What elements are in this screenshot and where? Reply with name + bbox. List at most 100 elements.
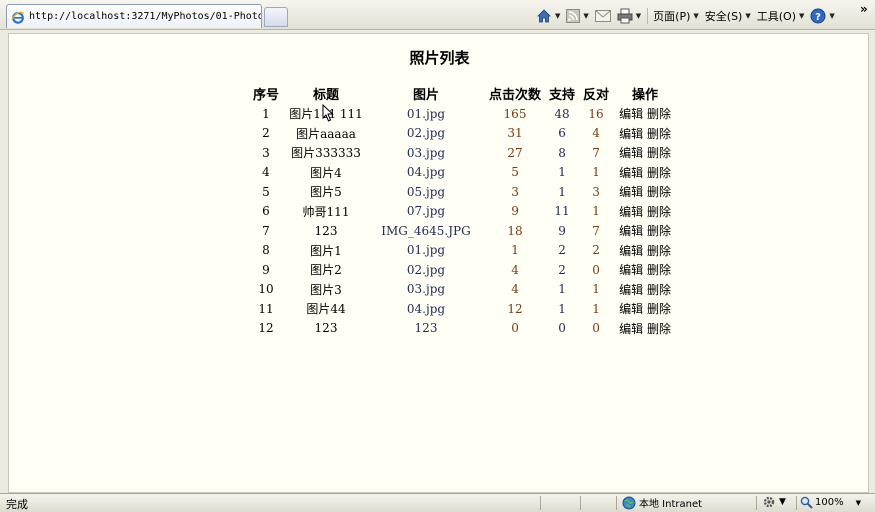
feeds-button[interactable]: ▼ — [566, 6, 589, 26]
delete-link[interactable]: 删除 — [647, 224, 671, 238]
edit-link[interactable]: 编辑 — [619, 205, 643, 219]
print-button[interactable]: ▼ — [617, 6, 641, 26]
help-menu[interactable]: ? ▼ — [810, 6, 835, 26]
protected-mode-button[interactable]: ▼ — [762, 495, 786, 509]
zoom-magnifier-icon — [800, 496, 813, 509]
table-row: 7 123 IMG_4645.JPG 18 9 7 编辑 删除 — [247, 221, 677, 241]
delete-link[interactable]: 删除 — [647, 185, 671, 199]
edit-link[interactable]: 编辑 — [619, 127, 643, 141]
cell-image: 04.jpg — [406, 165, 446, 180]
column-header-actions: 操作 — [632, 87, 659, 103]
security-zone-label: 本地 Intranet — [639, 499, 703, 510]
zoom-control[interactable]: 100% ▼ — [800, 496, 861, 509]
security-zone[interactable]: 本地 Intranet — [622, 495, 702, 510]
table-header-row: 序号 标题 图片 点击次数 支持 反对 操作 — [247, 82, 677, 104]
delete-link[interactable]: 删除 — [647, 322, 671, 336]
printer-icon — [617, 8, 633, 24]
column-header-id: 序号 — [252, 87, 279, 103]
edit-link[interactable]: 编辑 — [619, 146, 643, 160]
tab-title: http://localhost:3271/MyPhotos/01-PhotoL… — [29, 11, 261, 22]
cell-image: 05.jpg — [406, 184, 446, 199]
delete-link[interactable]: 删除 — [647, 302, 671, 316]
table-row: 1 图片111 111 01.jpg 165 48 16 编辑 删除 — [247, 104, 677, 124]
cell-title: 123 — [314, 223, 338, 238]
cell-actions: 编辑 删除 — [613, 260, 677, 280]
status-divider — [756, 496, 757, 510]
cell-clicks: 4 — [511, 262, 519, 277]
chevron-down-icon: ▼ — [799, 12, 805, 20]
cell-clicks: 1 — [511, 243, 519, 258]
edit-link[interactable]: 编辑 — [619, 107, 643, 121]
cell-id: 6 — [262, 204, 270, 219]
cell-clicks: 18 — [507, 223, 523, 238]
table-row: 11 图片44 04.jpg 12 1 1 编辑 删除 — [247, 299, 677, 319]
table-row: 6 帅哥111 07.jpg 9 11 1 编辑 删除 — [247, 202, 677, 222]
cell-support: 9 — [558, 223, 566, 238]
cell-image: 01.jpg — [406, 243, 446, 258]
page-menu-label: 页面(P) — [653, 10, 691, 23]
delete-link[interactable]: 删除 — [647, 244, 671, 258]
cell-image: 07.jpg — [406, 204, 446, 219]
delete-link[interactable]: 删除 — [647, 166, 671, 180]
edit-link[interactable]: 编辑 — [619, 263, 643, 277]
edit-link[interactable]: 编辑 — [619, 283, 643, 297]
cell-id: 8 — [262, 243, 270, 258]
chevron-down-icon: ▼ — [555, 12, 561, 20]
table-row: 10 图片3 03.jpg 4 1 1 编辑 删除 — [247, 280, 677, 300]
cell-clicks: 0 — [511, 321, 519, 336]
cell-actions: 编辑 删除 — [613, 124, 677, 144]
delete-link[interactable]: 删除 — [647, 127, 671, 141]
cell-oppose: 0 — [592, 321, 600, 336]
tools-menu[interactable]: 工具(O) ▼ — [757, 6, 805, 26]
toolbar-overflow-chevron[interactable]: » — [860, 2, 868, 16]
new-tab-button[interactable] — [264, 7, 288, 27]
edit-link[interactable]: 编辑 — [619, 244, 643, 258]
mail-button[interactable] — [594, 6, 611, 26]
cell-oppose: 4 — [592, 126, 600, 141]
chevron-down-icon: ▼ — [583, 12, 589, 20]
delete-link[interactable]: 删除 — [647, 205, 671, 219]
cell-actions: 编辑 删除 — [613, 104, 677, 124]
table-row: 8 图片1 01.jpg 1 2 2 编辑 删除 — [247, 241, 677, 261]
page-menu[interactable]: 页面(P) ▼ — [653, 6, 699, 26]
cell-clicks: 3 — [511, 184, 519, 199]
home-button[interactable]: ▼ — [536, 6, 560, 26]
edit-link[interactable]: 编辑 — [619, 166, 643, 180]
safety-menu-label: 安全(S) — [704, 10, 743, 23]
cell-image: 02.jpg — [406, 126, 446, 141]
cell-support: 1 — [558, 301, 566, 316]
cell-support: 6 — [558, 126, 566, 141]
edit-link[interactable]: 编辑 — [619, 302, 643, 316]
cell-actions: 编辑 删除 — [613, 299, 677, 319]
cell-actions: 编辑 删除 — [613, 221, 677, 241]
cell-title: 图片44 — [306, 302, 346, 317]
cell-support: 2 — [558, 243, 566, 258]
chevron-down-icon: ▼ — [635, 12, 642, 20]
cell-title: 123 — [314, 321, 338, 336]
safety-menu[interactable]: 安全(S) ▼ — [705, 6, 751, 26]
cell-id: 5 — [262, 184, 270, 199]
delete-link[interactable]: 删除 — [647, 283, 671, 297]
cell-oppose: 16 — [588, 106, 604, 121]
cell-oppose: 7 — [592, 145, 600, 160]
edit-link[interactable]: 编辑 — [619, 224, 643, 238]
cell-image: 04.jpg — [406, 301, 446, 316]
cell-clicks: 165 — [503, 106, 527, 121]
edit-link[interactable]: 编辑 — [619, 185, 643, 199]
cell-clicks: 12 — [507, 301, 523, 316]
cell-support: 1 — [558, 165, 566, 180]
photo-table: 序号 标题 图片 点击次数 支持 反对 操作 1 图片111 111 01.jpg 1… — [247, 82, 677, 338]
delete-link[interactable]: 删除 — [647, 146, 671, 160]
cell-actions: 编辑 删除 — [613, 319, 677, 339]
cell-id: 7 — [262, 223, 270, 238]
cell-actions: 编辑 删除 — [613, 241, 677, 261]
cell-oppose: 2 — [592, 243, 600, 258]
delete-link[interactable]: 删除 — [647, 107, 671, 121]
cell-title: 图片aaaaa — [296, 126, 356, 141]
delete-link[interactable]: 删除 — [647, 263, 671, 277]
zoom-level: 100% — [815, 497, 844, 508]
edit-link[interactable]: 编辑 — [619, 322, 643, 336]
column-header-oppose: 反对 — [583, 87, 610, 103]
browser-tab-active[interactable]: http://localhost:3271/MyPhotos/01-PhotoL… — [6, 4, 262, 28]
cell-oppose: 1 — [592, 282, 600, 297]
